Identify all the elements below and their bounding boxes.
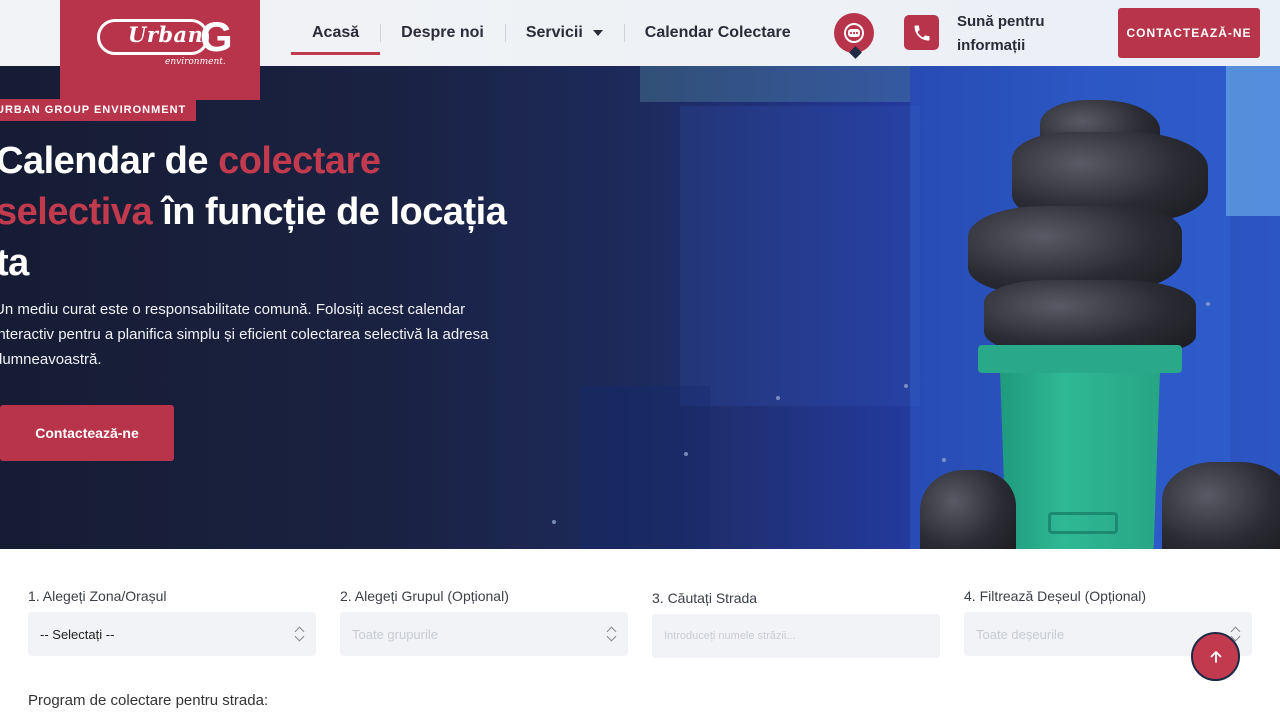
trash-bag-shape xyxy=(984,280,1196,354)
hero-bg-panel xyxy=(580,386,710,549)
phone-icon[interactable] xyxy=(904,15,939,50)
trash-bag-shape xyxy=(1162,462,1280,549)
phone-info-text[interactable]: Sună pentru informații xyxy=(957,10,1067,58)
bg-dot xyxy=(684,452,688,456)
hero-badge: URBAN GROUP ENVIRONMENT xyxy=(0,99,197,121)
hero-bg-panel xyxy=(1226,66,1280,216)
main-nav: Acasă Despre noi Servicii Calendar Colec… xyxy=(291,0,812,66)
nav-label: Acasă xyxy=(312,24,360,41)
trash-bag-shape xyxy=(920,470,1016,549)
bg-dot xyxy=(1206,302,1210,306)
arrow-up-icon[interactable] xyxy=(1191,632,1240,681)
logo-subtitle: environment. xyxy=(165,57,226,67)
site-logo[interactable]: Urban G environment. xyxy=(60,0,260,100)
filter-zone: 1. Alegeți Zona/Orașul -- Selectați -- xyxy=(28,588,316,656)
nav-item-servicii[interactable]: Servicii xyxy=(504,0,624,66)
hero-title: Calendar de colectare selectiva în funcț… xyxy=(0,136,516,289)
group-select-value: Toate grupurile xyxy=(352,626,438,642)
hero-bg-panel xyxy=(640,66,910,102)
bg-dot xyxy=(942,458,946,462)
hero-description: Un mediu curat este o responsabilitate c… xyxy=(0,301,489,368)
nav-item-acasa[interactable]: Acasă xyxy=(291,0,381,66)
bin-rim xyxy=(978,345,1182,373)
contact-button-header[interactable]: CONTACTEAZĂ-NE xyxy=(1118,8,1260,58)
filter-street: 3. Căutați Strada Introduceți numele str… xyxy=(652,588,940,658)
select-arrows-icon xyxy=(295,626,304,642)
hero-badge-text: URBAN GROUP ENVIRONMENT xyxy=(0,104,187,116)
nav-item-despre-noi[interactable]: Despre noi xyxy=(380,0,505,66)
logo-text: Urban xyxy=(128,22,204,47)
hero-title-part1: Calendar de xyxy=(0,140,219,182)
nav-label: Despre noi xyxy=(401,24,484,41)
contact-button-hero[interactable]: Contactează-ne xyxy=(0,405,174,461)
filter-label: 1. Alegeți Zona/Orașul xyxy=(28,588,167,604)
bg-dot xyxy=(552,520,556,524)
zone-select[interactable]: -- Selectați -- xyxy=(28,612,316,656)
nav-label: Calendar Colectare xyxy=(644,24,791,41)
nav-item-calendar-colectare[interactable]: Calendar Colectare xyxy=(623,0,812,66)
hero-section: URBAN GROUP ENVIRONMENT Calendar de cole… xyxy=(0,66,1280,549)
filter-group: 2. Alegeți Grupul (Opțional) Toate grupu… xyxy=(340,588,628,656)
hero-bg-panel xyxy=(680,106,920,406)
program-heading: Program de colectare pentru strada: xyxy=(28,692,269,709)
chevron-down-icon xyxy=(592,30,603,36)
waste-select-value: Toate deșeurile xyxy=(976,626,1065,642)
street-search-input[interactable]: Introduceți numele străzii... xyxy=(652,614,940,658)
select-arrows-icon xyxy=(607,626,616,642)
bg-dot xyxy=(776,396,780,400)
street-search-placeholder: Introduceți numele străzii... xyxy=(664,630,796,642)
logo-g-mark: G xyxy=(200,13,233,60)
nav-label: Servicii xyxy=(525,24,583,41)
group-select[interactable]: Toate grupurile xyxy=(340,612,628,656)
filter-label: 3. Căutați Strada xyxy=(652,590,758,606)
filter-label: 4. Filtrează Deșeul (Opțional) xyxy=(964,588,1147,604)
filter-label: 2. Alegeți Grupul (Opțional) xyxy=(340,588,509,604)
zone-select-value: -- Selectați -- xyxy=(40,626,115,642)
bin-handle xyxy=(1048,512,1118,534)
bg-dot xyxy=(904,384,908,388)
